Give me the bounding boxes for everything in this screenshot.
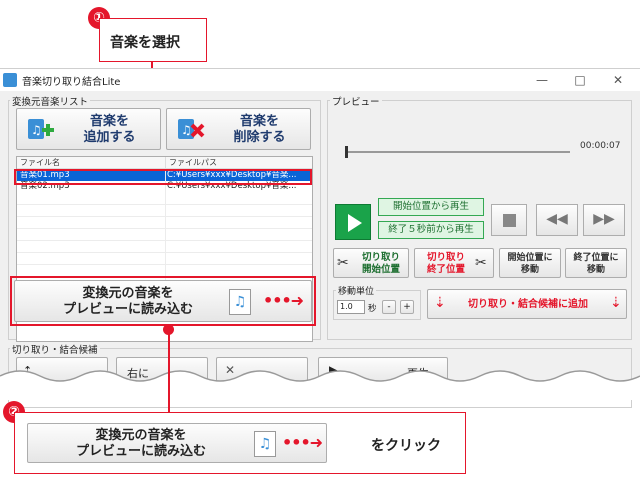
- stop-icon: [503, 214, 516, 227]
- add-to-candidates-label: 切り取り・結合候補に追加: [468, 299, 588, 310]
- app-icon: [3, 73, 17, 87]
- cut-start-button[interactable]: ✂ 切り取り 開始位置: [333, 248, 409, 278]
- move-to-start-label: 開始位置に 移動: [507, 253, 553, 275]
- column-header-filepath[interactable]: ファイルパス: [165, 157, 312, 169]
- load-to-preview-copy-label: 変換元の音楽を プレビューに読み込む: [75, 428, 206, 459]
- scissors-end-icon: ✂: [475, 255, 487, 271]
- cut-end-label: 切り取り 終了位置: [426, 252, 465, 275]
- minimize-button[interactable]: —: [522, 71, 562, 89]
- svg-text:♫: ♫: [31, 123, 42, 137]
- cut-end-button[interactable]: 切り取り 終了位置 ✂: [414, 248, 494, 278]
- move-to-start-button[interactable]: 開始位置に 移動: [499, 248, 561, 278]
- delete-music-icon: ♫: [178, 119, 205, 139]
- time-display: 00:00:07: [580, 141, 621, 151]
- fast-forward-button[interactable]: ▶▶: [583, 204, 625, 236]
- title-bar[interactable]: 音楽切り取り結合Lite — □ ✕: [0, 69, 640, 91]
- add-music-button[interactable]: ♫ 音楽を 追加する: [16, 108, 161, 150]
- play-button[interactable]: [335, 204, 371, 240]
- source-list-group-label: 変換元音楽リスト: [10, 94, 91, 108]
- load-to-preview-button-copy: 変換元の音楽を プレビューに読み込む ♫ •••➜: [27, 423, 327, 463]
- move-to-end-button[interactable]: 終了位置に 移動: [565, 248, 627, 278]
- add-to-candidates-button[interactable]: ⇣ 切り取り・結合候補に追加 ⇣: [427, 289, 627, 319]
- play-5s-before-end-button[interactable]: 終了５秒前から再生: [378, 221, 484, 239]
- svg-text:♫: ♫: [181, 123, 192, 137]
- step-2-text: をクリック: [371, 438, 441, 454]
- cut-start-label: 切り取り 開始位置: [361, 252, 400, 275]
- selected-row-highlight: [14, 169, 312, 185]
- load-to-preview-label: 変換元の音楽を プレビューに読み込む: [62, 286, 193, 317]
- step-2-dot: [163, 324, 174, 335]
- delete-music-label: 音楽を 削除する: [233, 114, 286, 145]
- seek-thumb[interactable]: [345, 146, 348, 158]
- move-unit-label: 移動単位: [336, 284, 377, 297]
- candidates-group-label: 切り取り・結合候補: [10, 342, 100, 356]
- column-header-filename[interactable]: ファイル名: [17, 157, 165, 169]
- dotted-arrow-icon: •••➜: [263, 291, 304, 310]
- music-file-icon-copy: ♫: [254, 431, 276, 457]
- step-1-callout: 音楽を選択: [99, 18, 207, 62]
- move-to-end-label: 終了位置に 移動: [573, 253, 619, 275]
- rewind-button[interactable]: ◀◀: [536, 204, 578, 236]
- play-from-start-button[interactable]: 開始位置から再生: [378, 198, 484, 216]
- add-music-icon: ♫: [28, 119, 54, 139]
- close-button[interactable]: ✕: [598, 71, 638, 89]
- app-window: 音楽切り取り結合Lite — □ ✕ 変換元音楽リスト ♫ 音楽を 追加する ♫…: [0, 68, 640, 408]
- preview-group-label: プレビュー: [330, 94, 382, 108]
- step-2-leader-line: [168, 327, 170, 414]
- step-2-callout: 変換元の音楽を プレビューに読み込む ♫ •••➜ をクリック: [14, 412, 466, 474]
- window-title: 音楽切り取り結合Lite: [22, 77, 121, 88]
- load-to-preview-button[interactable]: 変換元の音楽を プレビューに読み込む ♫ •••➜: [14, 280, 312, 322]
- move-unit-plus-button[interactable]: +: [400, 300, 414, 314]
- music-file-icon: ♫: [229, 289, 251, 315]
- play-icon: [348, 214, 362, 232]
- maximize-button[interactable]: □: [560, 71, 600, 89]
- stop-button[interactable]: [491, 204, 527, 236]
- seek-slider[interactable]: [345, 146, 570, 158]
- rewind-icon: ◀◀: [546, 211, 568, 227]
- move-unit-input[interactable]: 1.0: [337, 300, 365, 314]
- down-arrow-icon-left: ⇣: [434, 295, 446, 311]
- move-unit-suffix: 秒: [368, 304, 377, 314]
- step-1-text: 音楽を選択: [110, 35, 180, 51]
- torn-edge: [0, 370, 640, 400]
- down-arrow-icon-right: ⇣: [610, 295, 622, 311]
- add-music-label: 音楽を 追加する: [83, 114, 136, 145]
- dotted-arrow-icon-copy: •••➜: [282, 433, 323, 452]
- move-unit-minus-button[interactable]: -: [382, 300, 396, 314]
- fast-forward-icon: ▶▶: [593, 211, 615, 227]
- scissors-start-icon: ✂: [337, 255, 349, 271]
- delete-music-button[interactable]: ♫ 音楽を 削除する: [166, 108, 311, 150]
